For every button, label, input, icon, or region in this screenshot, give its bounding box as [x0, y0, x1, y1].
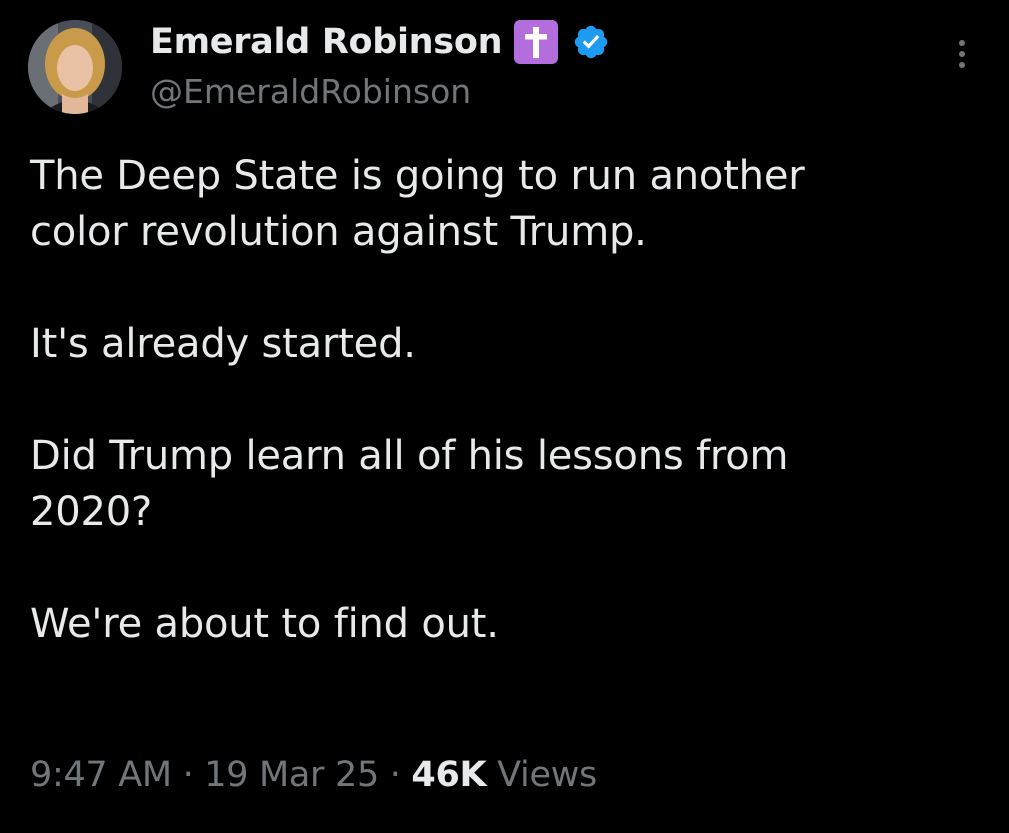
tweet-time[interactable]: 9:47 AM	[30, 755, 172, 795]
tweet-header: Emerald Robinson @EmeraldRobinson	[150, 18, 610, 111]
tweet-meta: 9:47 AM · 19 Mar 25 · 46K Views	[30, 755, 597, 795]
more-dot	[959, 40, 965, 46]
tweet-text: The Deep State is going to run another c…	[30, 148, 990, 652]
tweet: Emerald Robinson @EmeraldRobinson The De…	[0, 0, 1009, 833]
tweet-paragraph: We're about to find out.	[30, 601, 499, 647]
meta-separator: ·	[182, 755, 194, 795]
tweet-paragraph: Did Trump learn all of his lessons from …	[30, 433, 789, 535]
tweet-paragraph: The Deep State is going to run another c…	[30, 153, 805, 255]
avatar[interactable]	[28, 20, 122, 114]
tweet-paragraph: It's already started.	[30, 321, 416, 367]
verified-badge-icon[interactable]	[572, 23, 610, 61]
latin-cross-icon	[514, 20, 559, 64]
user-handle[interactable]: @EmeraldRobinson	[150, 72, 610, 111]
views-label: Views	[497, 755, 597, 795]
more-options-icon[interactable]	[950, 40, 974, 76]
more-dot	[959, 51, 965, 57]
tweet-date[interactable]: 19 Mar 25	[204, 755, 379, 795]
meta-separator: ·	[389, 755, 401, 795]
more-dot	[959, 62, 965, 68]
name-row: Emerald Robinson	[150, 18, 610, 66]
avatar-image	[28, 20, 122, 114]
display-name[interactable]: Emerald Robinson	[150, 22, 503, 62]
views-count[interactable]: 46K	[411, 755, 486, 795]
